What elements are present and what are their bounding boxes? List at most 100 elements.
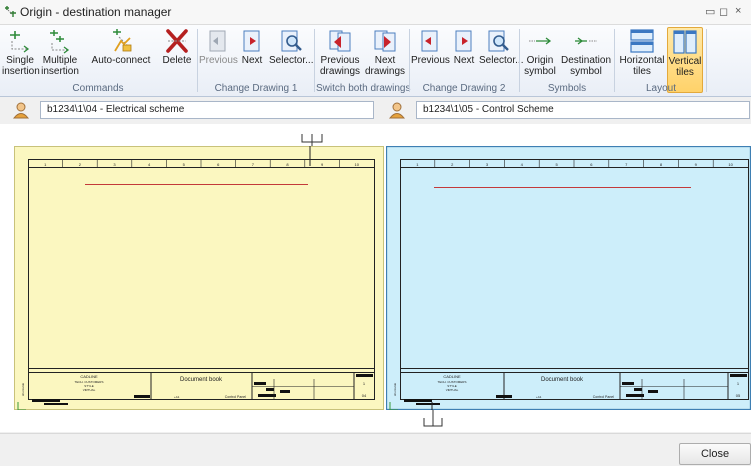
origin-symbol-icon bbox=[529, 37, 552, 45]
drawing1-selector-label: Selector... bbox=[269, 55, 314, 66]
tb-side: shorcutdo bbox=[21, 382, 25, 396]
drawing1-next-label: Next bbox=[241, 55, 263, 66]
group-label-commands: Commands bbox=[72, 83, 124, 94]
multiple-insertion-button[interactable]: Multiple insertion bbox=[40, 27, 80, 77]
group-label-switch-both: Switch both drawings bbox=[316, 83, 411, 94]
next-drawings-label-2: drawings bbox=[364, 66, 406, 77]
tb-company-sub: VIRTUAL bbox=[83, 388, 96, 392]
vertical-tiles-label: Vertical bbox=[668, 56, 702, 67]
group-label-layout: Layout bbox=[645, 83, 677, 94]
tb-panel: Control Panel bbox=[225, 395, 246, 399]
drawing2-next-label: Next bbox=[453, 55, 475, 66]
drawing2-previous-button[interactable]: Previous bbox=[411, 27, 450, 66]
destination-symbol-button[interactable]: Destination symbol bbox=[559, 27, 613, 77]
drawing-right[interactable]: 1 2 3 4 5 6 7 8 9 10 CADLINE TECH. CUSTOMERS STYL… bbox=[385, 145, 751, 411]
previous-page-icon bbox=[209, 30, 226, 52]
ribbon-separator bbox=[519, 29, 520, 92]
group-change-drawing-1: Previous Next Selector... Change Drawing… bbox=[199, 25, 313, 96]
horizontal-tiles-label-2: tiles bbox=[633, 66, 651, 77]
tb-document: Document book bbox=[541, 377, 584, 383]
group-label-change-drawing-2: Change Drawing 2 bbox=[422, 83, 506, 94]
previous-drawings-icon bbox=[329, 30, 351, 52]
selector-search-icon bbox=[281, 30, 302, 52]
tb-document: Document book bbox=[180, 377, 223, 383]
drawing2-previous-label: Previous bbox=[411, 55, 450, 66]
footer-bar: Close bbox=[0, 433, 751, 466]
window-titlebar: Origin - destination manager ▭ ◻ × bbox=[0, 0, 751, 25]
single-insertion-label: Single bbox=[6, 55, 34, 66]
vertical-tiles-label-2: tiles bbox=[676, 67, 694, 78]
ribbon-toolbar: Single insertion Multiple insertion Auto… bbox=[0, 25, 751, 97]
auto-connect-icon bbox=[113, 29, 132, 52]
drawing-left[interactable]: 1 2 3 4 5 6 7 8 9 10 CADLINE TECH. CUSTOMERS STYL… bbox=[14, 146, 384, 411]
drawing1-path-field[interactable]: b1234\1\04 - Electrical scheme bbox=[40, 101, 374, 119]
group-symbols: Origin symbol Destination symbol Symbols bbox=[521, 25, 613, 96]
drawing2-selector-button[interactable]: Selector... bbox=[479, 27, 523, 66]
connector-symbol-bottom bbox=[423, 410, 443, 427]
maximize-button[interactable]: ◻ bbox=[719, 5, 728, 18]
drawing-left-sheet: 1 2 3 4 5 6 7 8 9 10 CADLINE TECH. CUSTOMERS STYL… bbox=[14, 146, 384, 411]
previous-page-icon bbox=[421, 30, 438, 52]
group-layout: Horizontal tiles Vertical tiles Layout bbox=[617, 25, 705, 96]
drawings-canvas[interactable]: 1 2 3 4 5 6 7 8 9 10 CADLINE TECH. CUSTOMERS STYL… bbox=[0, 124, 751, 432]
previous-drawings-button[interactable]: Previous drawings bbox=[318, 27, 362, 77]
origin-symbol-button[interactable]: Origin symbol bbox=[523, 27, 557, 77]
horizontal-tiles-icon bbox=[630, 29, 654, 53]
ribbon-separator bbox=[314, 29, 315, 92]
selector-search-icon bbox=[488, 30, 509, 52]
sheet-background bbox=[14, 146, 384, 410]
user-icon bbox=[12, 102, 30, 119]
next-page-icon bbox=[455, 30, 472, 52]
close-button[interactable]: Close bbox=[679, 443, 751, 465]
multiple-insertion-icon bbox=[50, 30, 70, 54]
close-window-button[interactable]: × bbox=[735, 5, 741, 17]
horizontal-tiles-label: Horizontal bbox=[619, 55, 665, 66]
group-label-change-drawing-1: Change Drawing 1 bbox=[214, 83, 298, 94]
ribbon-separator bbox=[614, 29, 615, 92]
tb-sheet: 04 bbox=[362, 393, 367, 398]
drawing1-previous-button[interactable]: Previous bbox=[199, 27, 238, 66]
ribbon-separator bbox=[197, 29, 198, 92]
tb-company: CADLINE bbox=[80, 374, 98, 379]
tb-company: CADLINE bbox=[443, 374, 461, 379]
delete-label: Delete bbox=[162, 55, 192, 66]
drawing1-next-button[interactable]: Next bbox=[238, 27, 266, 66]
vertical-tiles-icon bbox=[673, 30, 697, 54]
single-insertion-label-2: insertion bbox=[2, 66, 40, 77]
app-icon bbox=[5, 6, 16, 17]
next-drawings-button[interactable]: Next drawings bbox=[364, 27, 406, 77]
drawing-right-sheet: 1 2 3 4 5 6 7 8 9 10 CADLINE TECH. CUSTOMERS STYL… bbox=[385, 145, 751, 411]
origin-symbol-label: Origin bbox=[526, 55, 554, 66]
horizontal-tiles-button[interactable]: Horizontal tiles bbox=[619, 27, 665, 77]
delete-icon bbox=[166, 29, 188, 53]
right-pane-header: b1234\1\05 - Control Scheme bbox=[388, 99, 751, 121]
next-page-icon bbox=[243, 30, 260, 52]
column-number: 10 bbox=[354, 162, 359, 167]
origin-symbol-label-2: symbol bbox=[524, 66, 556, 77]
destination-symbol-icon bbox=[575, 37, 597, 45]
drawing2-next-button[interactable]: Next bbox=[450, 27, 478, 66]
next-drawings-icon bbox=[374, 30, 396, 52]
tb-sheet: 05 bbox=[736, 393, 741, 398]
tb-small: +A1 bbox=[536, 395, 542, 399]
auto-connect-button[interactable]: Auto-connect bbox=[89, 27, 153, 66]
previous-drawings-label: Previous bbox=[320, 55, 360, 66]
tb-side: shorcutdo bbox=[393, 382, 397, 396]
minimize-button[interactable]: ▭ bbox=[705, 5, 715, 18]
next-drawings-label: Next bbox=[374, 55, 396, 66]
tb-company-sub: VIRTUAL bbox=[446, 388, 459, 392]
column-number: 10 bbox=[728, 162, 733, 167]
drawing2-path-field[interactable]: b1234\1\05 - Control Scheme bbox=[416, 101, 750, 119]
delete-button[interactable]: Delete bbox=[159, 27, 195, 66]
tb-small: +A1 bbox=[174, 395, 180, 399]
group-label-symbols: Symbols bbox=[547, 83, 587, 94]
group-commands: Single insertion Multiple insertion Auto… bbox=[0, 25, 196, 96]
previous-drawings-label-2: drawings bbox=[319, 66, 361, 77]
multiple-insertion-label-2: insertion bbox=[41, 66, 79, 77]
tb-panel: Control Panel bbox=[593, 395, 614, 399]
single-insertion-button[interactable]: Single insertion bbox=[2, 27, 40, 77]
group-change-drawing-2: Previous Next Selector... Change Drawing… bbox=[411, 25, 523, 96]
drawing1-previous-label: Previous bbox=[199, 55, 238, 66]
drawing1-selector-button[interactable]: Selector... bbox=[269, 27, 313, 66]
ribbon-separator bbox=[706, 29, 707, 92]
